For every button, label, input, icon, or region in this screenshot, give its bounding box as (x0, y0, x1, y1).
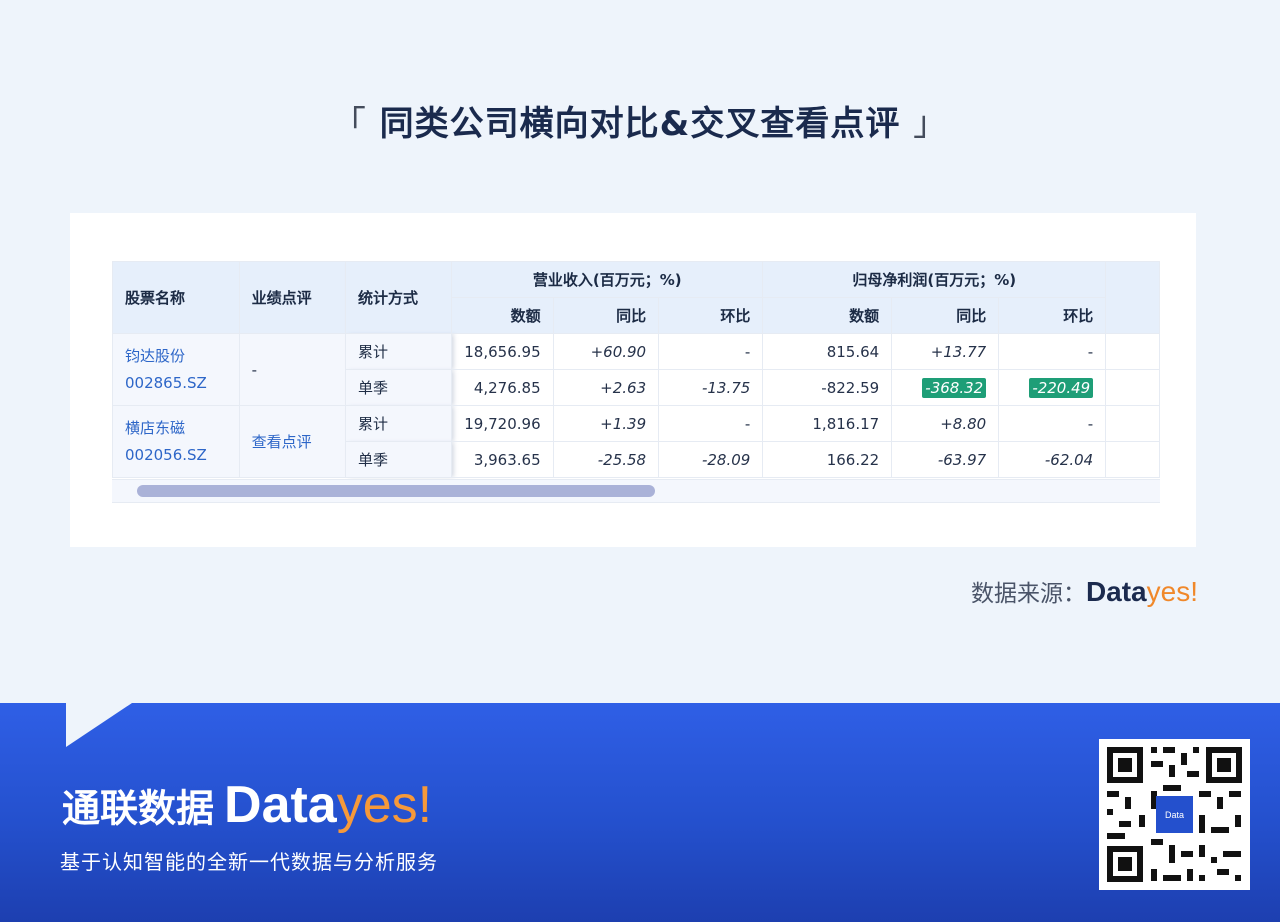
np-qoq-cell: -62.04 (998, 441, 1107, 478)
np-qoq-cell: -220.49 (998, 369, 1107, 406)
header-np-amount: 数额 (762, 297, 893, 334)
np-qoq-cell: - (998, 333, 1107, 370)
footer-brand-cn: 通联数据 (62, 786, 215, 831)
footer-brand-yes: yes! (336, 776, 433, 834)
rev-qoq-cell: -28.09 (658, 441, 764, 478)
overflow-cell (1105, 333, 1160, 370)
rev-yoy-cell: +60.90 (552, 333, 660, 370)
header-np-yoy: 同比 (891, 297, 1000, 334)
np-yoy-cell: -368.32 (891, 369, 1000, 406)
method-cell: 单季 (344, 369, 453, 406)
rev-yoy-cell: -25.58 (552, 441, 660, 478)
np-yoy-cell: -63.97 (891, 441, 1000, 478)
qr-code-icon: Data (1099, 739, 1250, 890)
header-revenue-group: 营业收入(百万元；%) (451, 261, 764, 298)
speech-notch (66, 703, 132, 747)
rev-yoy-cell: +1.39 (552, 405, 660, 442)
rev-qoq-cell: -13.75 (658, 369, 764, 406)
np-amount-cell: 166.22 (762, 441, 893, 478)
company-cell[interactable]: 钧达股份 002865.SZ (112, 333, 240, 406)
table-row: 横店东磁 002056.SZ 查看点评 累计 19,720.96 +1.39 -… (112, 405, 1160, 478)
horizontal-scrollbar[interactable] (112, 479, 1160, 503)
rev-qoq-cell: - (658, 333, 764, 370)
np-amount-cell: 1,816.17 (762, 405, 893, 442)
footer-brand: 通联数据 Datayes! (62, 775, 432, 835)
company-cell[interactable]: 横店东磁 002056.SZ (112, 405, 240, 478)
header-rev-qoq: 环比 (658, 297, 764, 334)
header-rev-amount: 数额 (451, 297, 554, 334)
page-title: 「 同类公司横向对比&交叉查看点评 」 (0, 96, 1280, 145)
rev-amount-cell: 3,963.65 (451, 441, 554, 478)
source-label: 数据来源： (970, 581, 1086, 607)
method-cell: 累计 (344, 333, 453, 370)
footer-brand-data: Data (224, 776, 337, 834)
view-review-link[interactable]: 查看点评 (238, 405, 346, 478)
company-code-link[interactable]: 002865.SZ (125, 370, 227, 397)
overflow-cell (1105, 369, 1160, 406)
np-yoy-cell: +8.80 (891, 405, 1000, 442)
title-close-bracket: 」 (913, 104, 949, 144)
rev-amount-cell: 19,720.96 (451, 405, 554, 442)
company-name-link[interactable]: 钧达股份 (125, 343, 227, 370)
rev-amount-cell: 4,276.85 (451, 369, 554, 406)
overflow-cell (1105, 441, 1160, 478)
header-rev-yoy: 同比 (552, 297, 660, 334)
table-row: 钧达股份 002865.SZ - 累计 18,656.95 +60.90 - 8… (112, 333, 1160, 406)
header-stock-name: 股票名称 (112, 261, 240, 334)
rev-qoq-cell: - (658, 405, 764, 442)
title-text: 同类公司横向对比&交叉查看点评 (379, 104, 901, 144)
comparison-card: 股票名称 业绩点评 统计方式 营业收入(百万元；%) 归母净利润(百万元；%) … (70, 213, 1196, 547)
header-np-qoq: 环比 (998, 297, 1107, 334)
source-brand-yes: yes! (1146, 576, 1198, 607)
source-brand-data: Data (1085, 576, 1147, 607)
highlight-badge: -220.49 (1029, 377, 1094, 398)
np-amount-cell: -822.59 (762, 369, 893, 406)
scrollbar-thumb[interactable] (137, 485, 655, 497)
method-cell: 单季 (344, 441, 453, 478)
company-name-link[interactable]: 横店东磁 (125, 415, 227, 442)
svg-text:Data: Data (1165, 810, 1184, 820)
qr-code-graphic: Data (1099, 739, 1250, 890)
np-yoy-cell: +13.77 (891, 333, 1000, 370)
review-cell: - (238, 333, 346, 406)
company-code-link[interactable]: 002056.SZ (125, 442, 227, 469)
highlight-badge: -368.32 (922, 377, 987, 398)
data-source: 数据来源：Datayes! (971, 574, 1198, 608)
header-profit-group: 归母净利润(百万元；%) (762, 261, 1107, 298)
np-amount-cell: 815.64 (762, 333, 893, 370)
comparison-table: 股票名称 业绩点评 统计方式 营业收入(百万元；%) 归母净利润(百万元；%) … (112, 261, 1160, 478)
footer-tagline: 基于认知智能的全新一代数据与分析服务 (60, 850, 438, 874)
overflow-cell (1105, 405, 1160, 442)
method-cell: 累计 (344, 405, 453, 442)
title-open-bracket: 「 (331, 104, 367, 144)
np-qoq-cell: - (998, 405, 1107, 442)
header-review: 业绩点评 (238, 261, 346, 334)
header-overflow (1105, 261, 1160, 334)
rev-amount-cell: 18,656.95 (451, 333, 554, 370)
rev-yoy-cell: +2.63 (552, 369, 660, 406)
header-method: 统计方式 (344, 261, 453, 334)
table-scroll-area[interactable]: 股票名称 业绩点评 统计方式 营业收入(百万元；%) 归母净利润(百万元；%) … (112, 261, 1160, 501)
